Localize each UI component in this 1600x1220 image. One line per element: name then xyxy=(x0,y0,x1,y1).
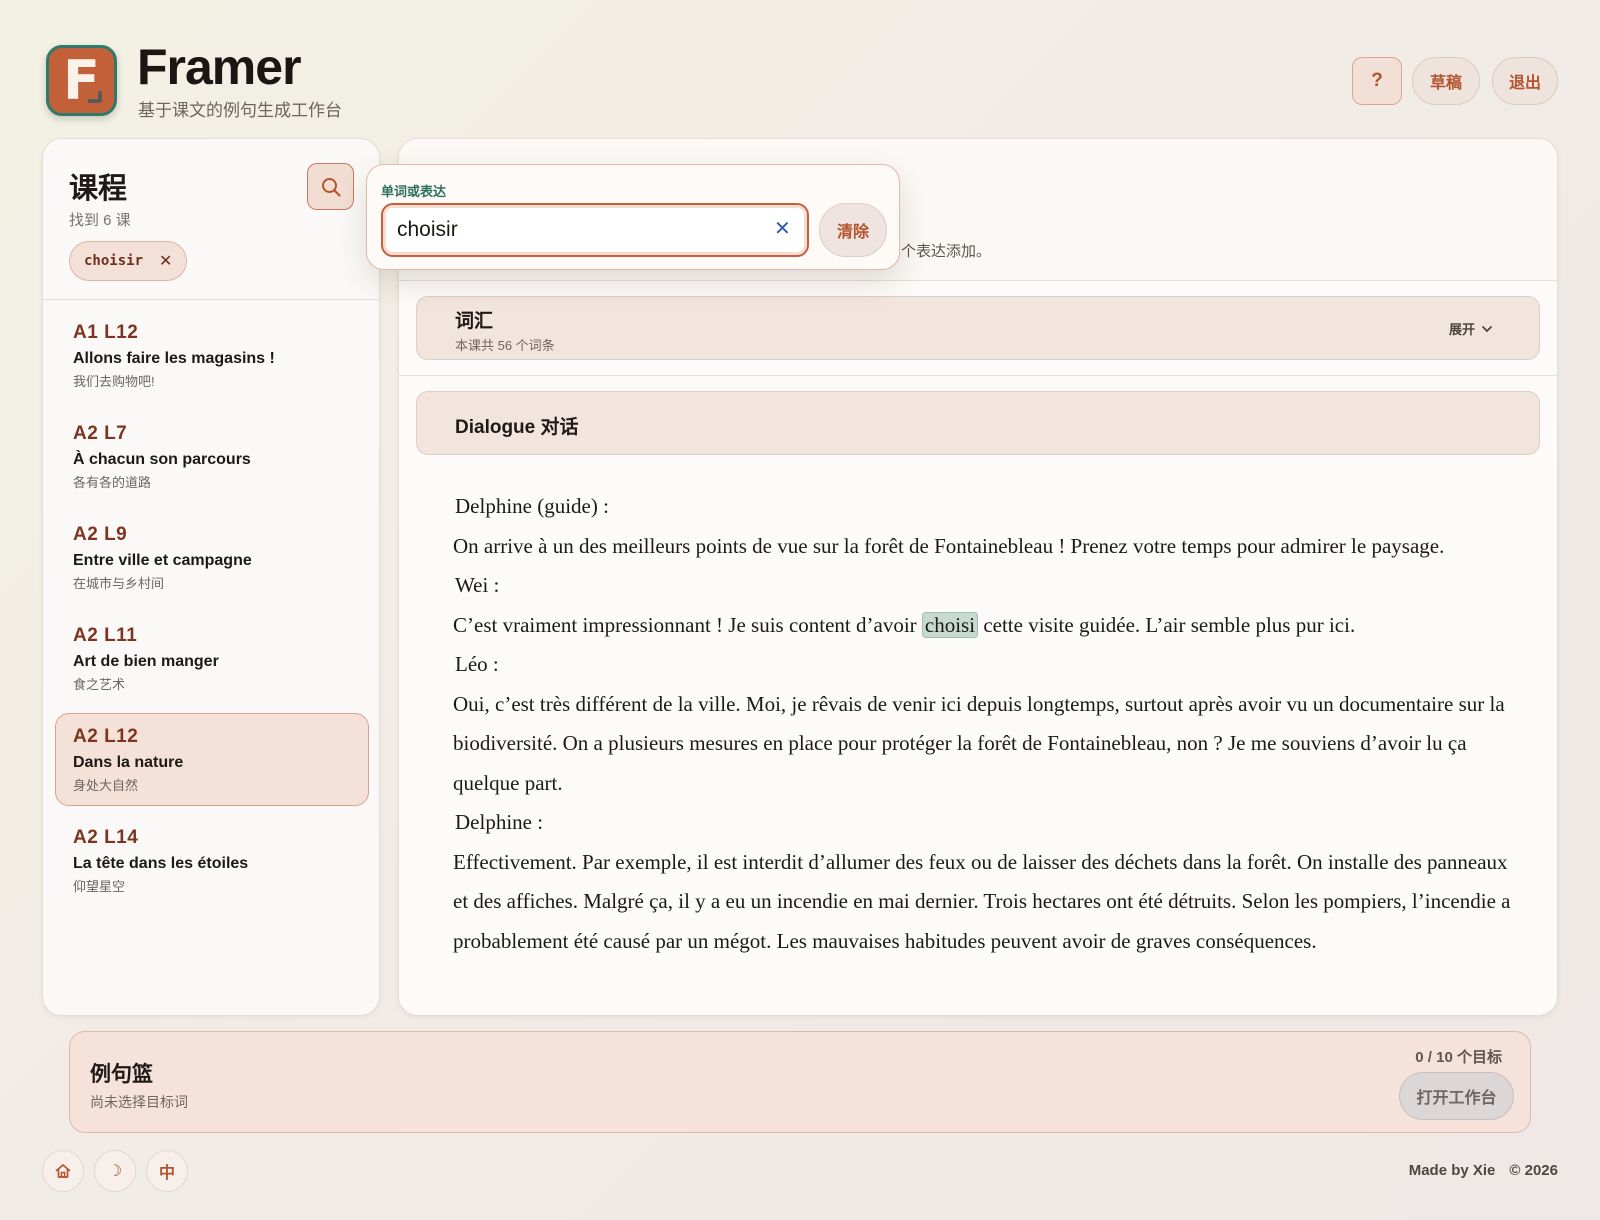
dialogue-line: On arrive à un des meilleurs points de v… xyxy=(453,533,1445,558)
app-subtitle: 基于课文的例句生成工作台 xyxy=(138,101,342,120)
dialogue-line: Oui, c’est très différent de la ville. M… xyxy=(453,691,1505,795)
lesson-name-cn: 食之艺术 xyxy=(73,677,126,692)
logout-button[interactable]: 退出 xyxy=(1492,57,1558,105)
chevron-down-icon xyxy=(1482,325,1492,332)
lesson-code: A2 L7 xyxy=(73,423,128,444)
vocab-count: 本课共 56 个词条 xyxy=(455,338,555,353)
speaker-label: Léo : xyxy=(455,652,499,676)
lesson-list: A1 L12 Allons faire les magasins ! 我们去购物… xyxy=(55,309,369,915)
clear-input-icon[interactable]: ✕ xyxy=(774,216,791,241)
lesson-item[interactable]: A2 L11 Art de bien manger 食之艺术 xyxy=(55,612,369,705)
search-icon xyxy=(321,177,341,197)
sidebar-divider xyxy=(43,299,379,300)
lesson-code: A2 L9 xyxy=(73,524,128,545)
search-button[interactable] xyxy=(307,163,354,210)
dialogue-section-header[interactable]: Dialogue 对话 xyxy=(416,391,1540,455)
basket-title: 例句篮 xyxy=(90,1063,153,1086)
dialogue-text-segment: cette visite guidée. L’air semble plus p… xyxy=(978,612,1356,637)
speaker-label: Wei : xyxy=(455,573,500,597)
draft-button[interactable]: 草稿 xyxy=(1412,57,1480,105)
lesson-name: Dans la nature xyxy=(73,754,184,771)
dialogue-line: Effectivement. Par exemple, il est inter… xyxy=(453,849,1511,953)
basket-status: 尚未选择目标词 xyxy=(90,1094,188,1110)
lesson-name: La tête dans les étoiles xyxy=(73,855,249,872)
lesson-name-cn: 身处大自然 xyxy=(73,778,139,793)
target-count: 0 / 10 个目标 xyxy=(1415,1049,1502,1066)
lesson-code: A1 L12 xyxy=(73,322,139,343)
lesson-sidebar: 课程 找到 6 课 choisir ✕ A1 L12 Allons faire … xyxy=(42,138,380,1016)
lesson-code: A2 L12 xyxy=(73,726,139,747)
highlighted-word[interactable]: choisi xyxy=(921,611,979,638)
speaker-label: Delphine : xyxy=(455,810,544,834)
expand-button[interactable]: 展开 xyxy=(1449,319,1493,338)
lesson-name: Art de bien manger xyxy=(73,653,219,670)
section-divider xyxy=(399,375,1557,376)
vocab-title: 词汇 xyxy=(455,311,494,332)
lesson-name-cn: 仰望星空 xyxy=(73,879,126,894)
filter-chip[interactable]: choisir ✕ xyxy=(69,241,187,281)
search-input[interactable] xyxy=(381,203,809,257)
clear-button[interactable]: 清除 xyxy=(819,203,887,257)
lesson-item[interactable]: A2 L9 Entre ville et campagne 在城市与乡村间 xyxy=(55,511,369,604)
home-icon xyxy=(55,1164,71,1178)
lesson-item-active[interactable]: A2 L12 Dans la nature 身处大自然 xyxy=(55,713,369,806)
open-workbench-button[interactable]: 打开工作台 xyxy=(1399,1072,1514,1120)
remove-filter-icon[interactable]: ✕ xyxy=(159,251,172,271)
lesson-name-cn: 在城市与乡村间 xyxy=(73,576,165,591)
app-logo: F xyxy=(46,45,117,116)
app-title: Framer xyxy=(137,39,302,95)
lesson-name-cn: 我们去购物吧! xyxy=(73,374,155,389)
sentence-basket: 例句篮 尚未选择目标词 0 / 10 个目标 打开工作台 xyxy=(69,1031,1531,1133)
expand-label: 展开 xyxy=(1448,322,1475,337)
speaker-label: Delphine (guide) : xyxy=(455,494,609,518)
lesson-item[interactable]: A2 L7 À chacun son parcours 各有各的道路 xyxy=(55,410,369,503)
home-button[interactable] xyxy=(42,1150,84,1192)
vocab-section-toggle[interactable]: 词汇 本课共 56 个词条 展开 xyxy=(416,296,1540,360)
sidebar-title: 课程 xyxy=(69,173,128,205)
theme-toggle-button[interactable]: ☽ xyxy=(94,1150,136,1192)
dialogue-line: C’est vraiment impressionnant ! Je suis … xyxy=(453,606,1513,646)
dialogue-text-segment: C’est vraiment impressionnant ! Je suis … xyxy=(453,612,922,637)
footer-credit: Made by Xie © 2026 xyxy=(1409,1162,1558,1179)
lesson-code: A2 L11 xyxy=(73,625,138,646)
header-hint-text: 个表达添加。 xyxy=(901,243,992,260)
dialogue-text: Delphine (guide) : On arrive à un des me… xyxy=(453,487,1513,961)
filter-chip-label: choisir xyxy=(84,253,144,269)
help-button[interactable]: ? xyxy=(1352,57,1402,105)
credit-text: Made by Xie xyxy=(1408,1162,1496,1179)
logo-hook-icon xyxy=(88,91,102,103)
moon-icon: ☽ xyxy=(107,1163,123,1180)
lesson-name: Allons faire les magasins ! xyxy=(73,350,275,367)
lesson-name-cn: 各有各的道路 xyxy=(73,475,152,490)
copyright-year: © 2026 xyxy=(1509,1162,1558,1179)
lesson-name: Entre ville et campagne xyxy=(73,552,252,569)
lesson-item[interactable]: A2 L14 La tête dans les étoiles 仰望星空 xyxy=(55,814,369,907)
lesson-code: A2 L14 xyxy=(73,827,139,848)
dialogue-title: Dialogue 对话 xyxy=(455,417,579,438)
search-field-label: 单词或表达 xyxy=(381,184,447,199)
search-popover: 单词或表达 ✕ 清除 xyxy=(366,164,900,270)
lesson-item[interactable]: A1 L12 Allons faire les magasins ! 我们去购物… xyxy=(55,309,369,402)
language-toggle-button[interactable]: 中 xyxy=(146,1150,188,1192)
lesson-count: 找到 6 课 xyxy=(69,212,131,229)
lesson-name: À chacun son parcours xyxy=(73,451,251,468)
